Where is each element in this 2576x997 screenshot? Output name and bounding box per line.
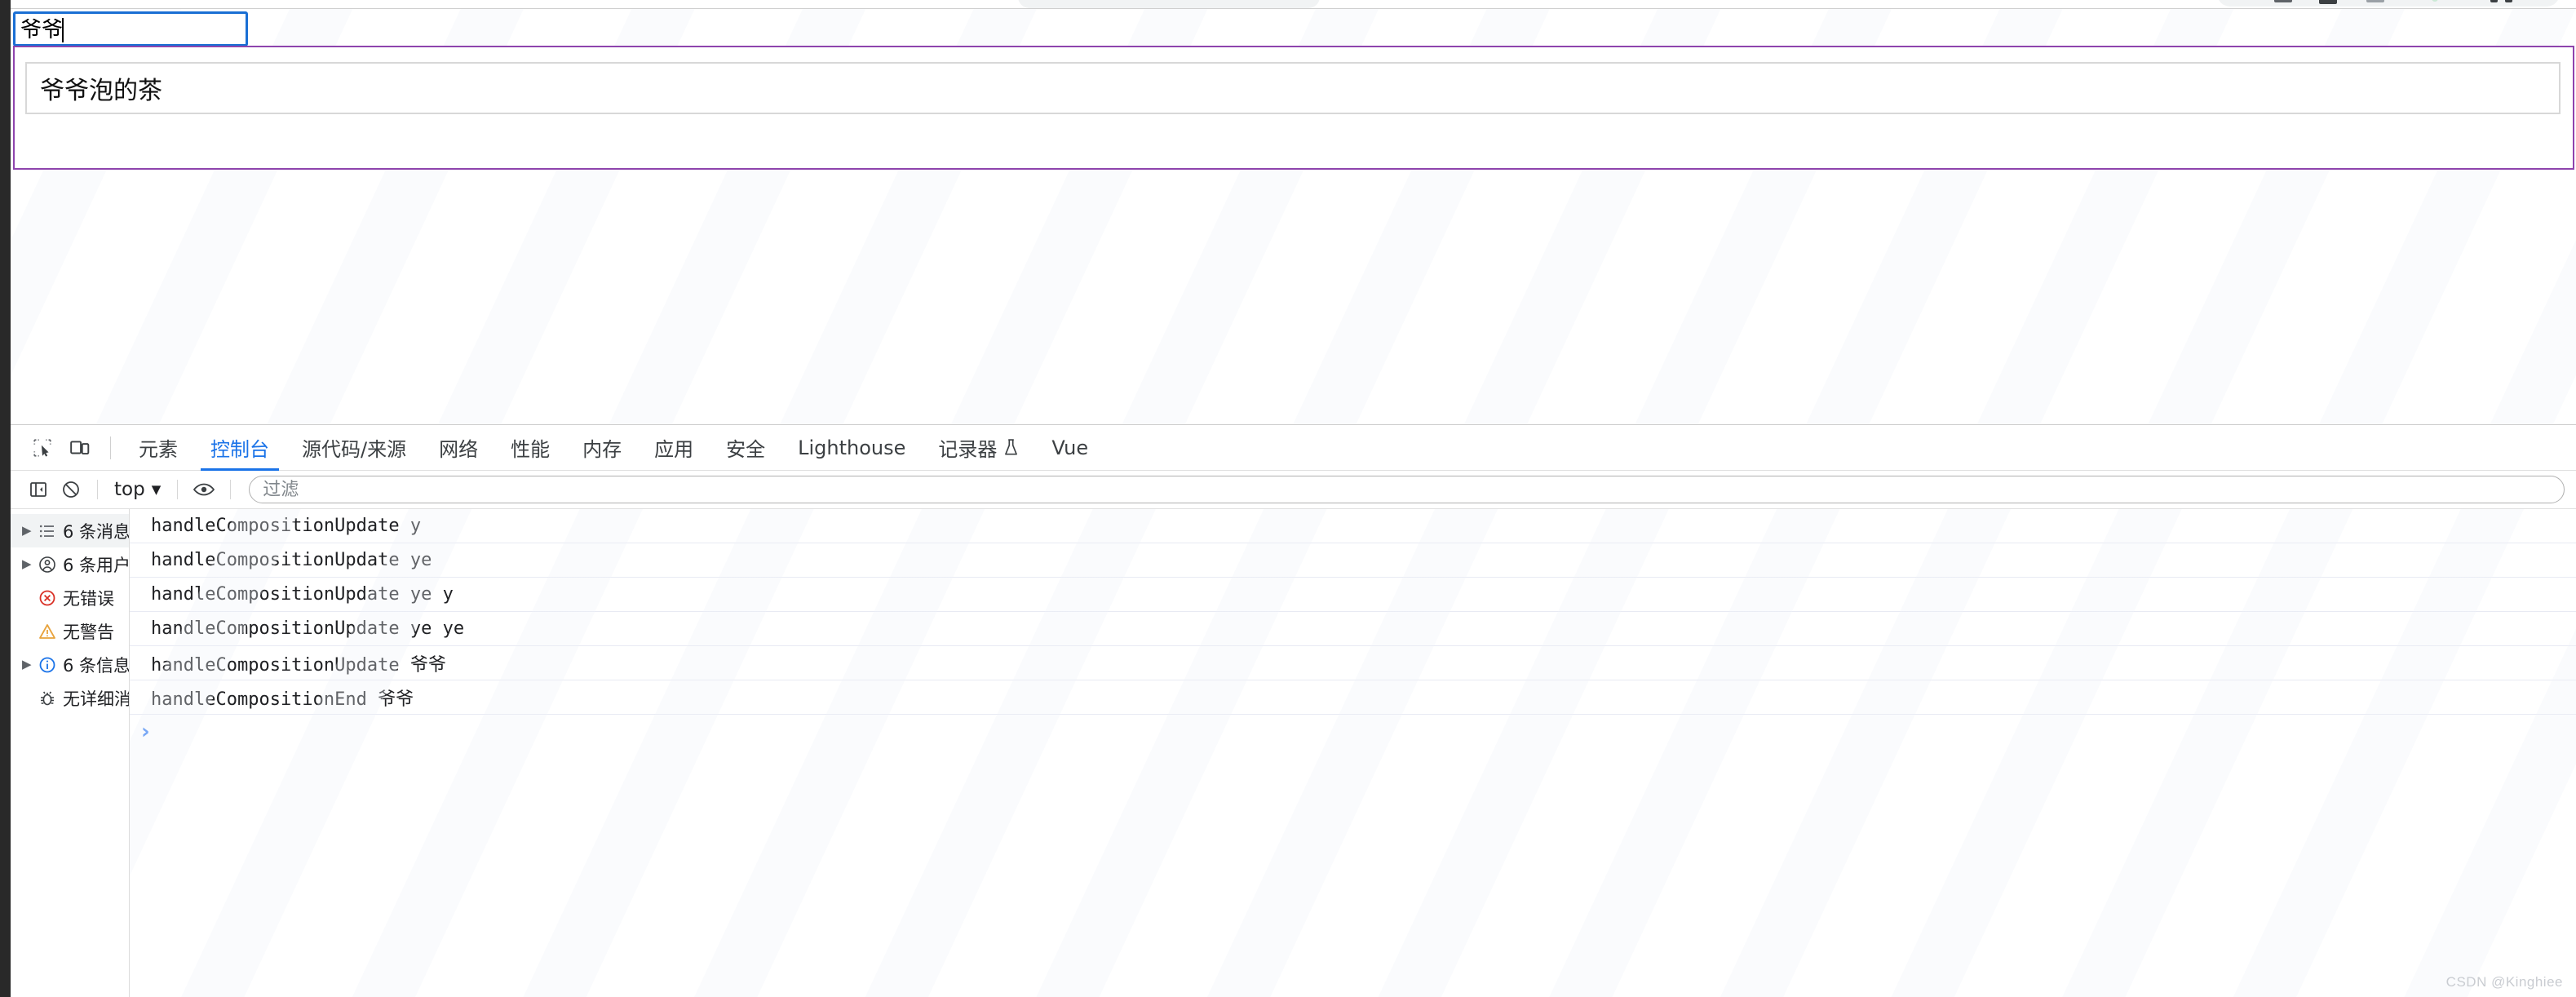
app-root: 爷爷泡的茶 元素 控制台 源代码/来源 网络 <box>0 0 2576 997</box>
verbose-bug-icon <box>35 689 60 707</box>
console-message-list: handleCompositionUpdate y handleComposit… <box>130 509 2576 997</box>
tab-label: 网络 <box>439 438 479 461</box>
tab-application[interactable]: 应用 <box>638 425 710 471</box>
tab-label: Lighthouse <box>798 436 906 459</box>
info-icon <box>35 656 60 674</box>
prompt-chevron-icon: › <box>141 720 150 744</box>
console-message-text: handleCompositionEnd 爷爷 <box>151 689 414 710</box>
tab-label: 性能 <box>511 438 551 461</box>
tab-label: 内存 <box>582 438 622 461</box>
console-body: ▶ 6 条消息 ▶ 6 条用户 无错误 无警告 ▶ 6 条信息 无详细消 han… <box>11 509 2576 997</box>
sidebar-item-label: 无详细消息 <box>63 689 130 709</box>
tab-label: 控制台 <box>210 438 269 461</box>
browser-toolbar-icon-3[interactable] <box>2366 0 2384 2</box>
tab-recorder[interactable]: 记录器 <box>922 425 1035 471</box>
tabbar-divider <box>110 436 111 459</box>
sidebar-item-warnings[interactable]: ▶ 无警告 <box>11 614 129 648</box>
console-message-text: handleCompositionUpdate ye ye <box>151 618 465 639</box>
browser-toolbar-icon-2[interactable] <box>2319 0 2337 4</box>
console-message-text: handleCompositionUpdate 爷爷 <box>151 654 446 676</box>
flask-icon <box>1003 438 1019 457</box>
suggestion-panel: 爷爷泡的茶 <box>13 46 2574 170</box>
watermark-text: CSDN @Kinghiee <box>2445 974 2563 990</box>
console-sidebar-toggle-icon[interactable] <box>22 473 55 506</box>
sidebar-item-errors[interactable]: ▶ 无错误 <box>11 581 129 614</box>
sidebar-item-label: 6 条用户消息 <box>63 555 130 575</box>
search-input-wrapper <box>13 11 248 47</box>
tab-console[interactable]: 控制台 <box>194 425 285 471</box>
console-toolbar: top ▼ <box>11 471 2576 509</box>
warning-icon <box>35 623 60 640</box>
tab-label: 源代码/来源 <box>302 438 407 461</box>
tab-label: 安全 <box>726 438 766 461</box>
expand-triangle-icon[interactable]: ▶ <box>22 525 35 537</box>
tab-security[interactable]: 安全 <box>710 425 781 471</box>
suggestion-item-label: 爷爷泡的茶 <box>40 77 162 105</box>
sidebar-item-label: 无错误 <box>63 588 114 609</box>
sidebar-item-label: 无警告 <box>63 622 114 642</box>
console-message-row[interactable]: handleCompositionUpdate ye <box>130 543 2576 578</box>
console-message-row[interactable]: handleCompositionEnd 爷爷 <box>130 680 2576 715</box>
sidebar-item-user-messages[interactable]: ▶ 6 条用户消息 <box>11 547 129 581</box>
clear-console-icon[interactable] <box>55 473 87 506</box>
tab-memory[interactable]: 内存 <box>566 425 638 471</box>
text-caret <box>62 18 64 42</box>
error-icon <box>35 589 60 607</box>
device-toolbar-icon[interactable] <box>61 429 99 467</box>
page-viewport: 爷爷泡的茶 <box>11 9 2576 424</box>
tab-network[interactable]: 网络 <box>423 425 494 471</box>
tab-performance[interactable]: 性能 <box>494 425 566 471</box>
execution-context-dropdown[interactable]: top ▼ <box>108 476 167 503</box>
execution-context-value: top <box>114 479 145 500</box>
window-left-edge <box>0 0 11 997</box>
devtools-tabbar: 元素 控制台 源代码/来源 网络 性能 内存 应用 安全 Lighthouse … <box>11 425 2576 471</box>
browser-toolbar-icon-1[interactable] <box>2274 0 2292 2</box>
console-filter-input[interactable] <box>249 476 2565 503</box>
console-sidebar: ▶ 6 条消息 ▶ 6 条用户 无错误 无警告 ▶ 6 条信息 无详细消 <box>11 509 130 997</box>
console-message-text: handleCompositionUpdate y <box>151 516 422 536</box>
devtools-panel: 元素 控制台 源代码/来源 网络 性能 内存 应用 安全 Lighthouse … <box>11 424 2576 997</box>
suggestion-list-item[interactable]: 爷爷泡的茶 <box>25 62 2561 114</box>
tab-label: Vue <box>1051 436 1089 459</box>
tab-sources[interactable]: 源代码/来源 <box>285 425 423 471</box>
console-message-row[interactable]: handleCompositionUpdate 爷爷 <box>130 646 2576 680</box>
sidebar-item-label: 6 条信息 <box>63 655 130 676</box>
console-toolbar-divider-2 <box>177 480 179 499</box>
tab-vue[interactable]: Vue <box>1035 425 1104 471</box>
sidebar-item-info[interactable]: ▶ 6 条信息 <box>11 648 129 681</box>
sidebar-item-verbose[interactable]: ▶ 无详细消息 <box>11 681 129 715</box>
console-message-row[interactable]: handleCompositionUpdate ye ye <box>130 612 2576 646</box>
sidebar-item-label: 6 条消息 <box>63 521 130 542</box>
console-message-row[interactable]: handleCompositionUpdate y <box>130 509 2576 543</box>
tab-label: 应用 <box>654 438 694 461</box>
chevron-down-icon: ▼ <box>151 482 162 497</box>
tab-lighthouse[interactable]: Lighthouse <box>781 425 922 471</box>
live-expression-eye-icon[interactable] <box>188 473 220 506</box>
search-input[interactable] <box>13 11 248 47</box>
tab-label: 元素 <box>139 438 178 461</box>
console-message-text: handleCompositionUpdate ye <box>151 550 432 570</box>
console-prompt-row[interactable]: › <box>130 715 2576 749</box>
browser-extension-icon[interactable] <box>2505 0 2512 2</box>
console-message-text: handleCompositionUpdate ye y <box>151 584 454 605</box>
console-message-row[interactable]: handleCompositionUpdate ye y <box>130 578 2576 612</box>
tab-elements[interactable]: 元素 <box>122 425 194 471</box>
expand-triangle-icon[interactable]: ▶ <box>22 658 35 671</box>
tab-label: 记录器 <box>938 438 998 461</box>
user-icon <box>35 556 60 574</box>
sidebar-item-all-messages[interactable]: ▶ 6 条消息 <box>11 514 129 547</box>
console-toolbar-divider-1 <box>97 480 98 499</box>
list-icon <box>35 523 60 539</box>
inspect-element-icon[interactable] <box>24 429 61 467</box>
console-toolbar-divider-3 <box>230 480 232 499</box>
expand-triangle-icon[interactable]: ▶ <box>22 558 35 570</box>
browser-tab-shape[interactable] <box>1018 0 1320 8</box>
browser-menu-icon[interactable] <box>2490 0 2498 2</box>
